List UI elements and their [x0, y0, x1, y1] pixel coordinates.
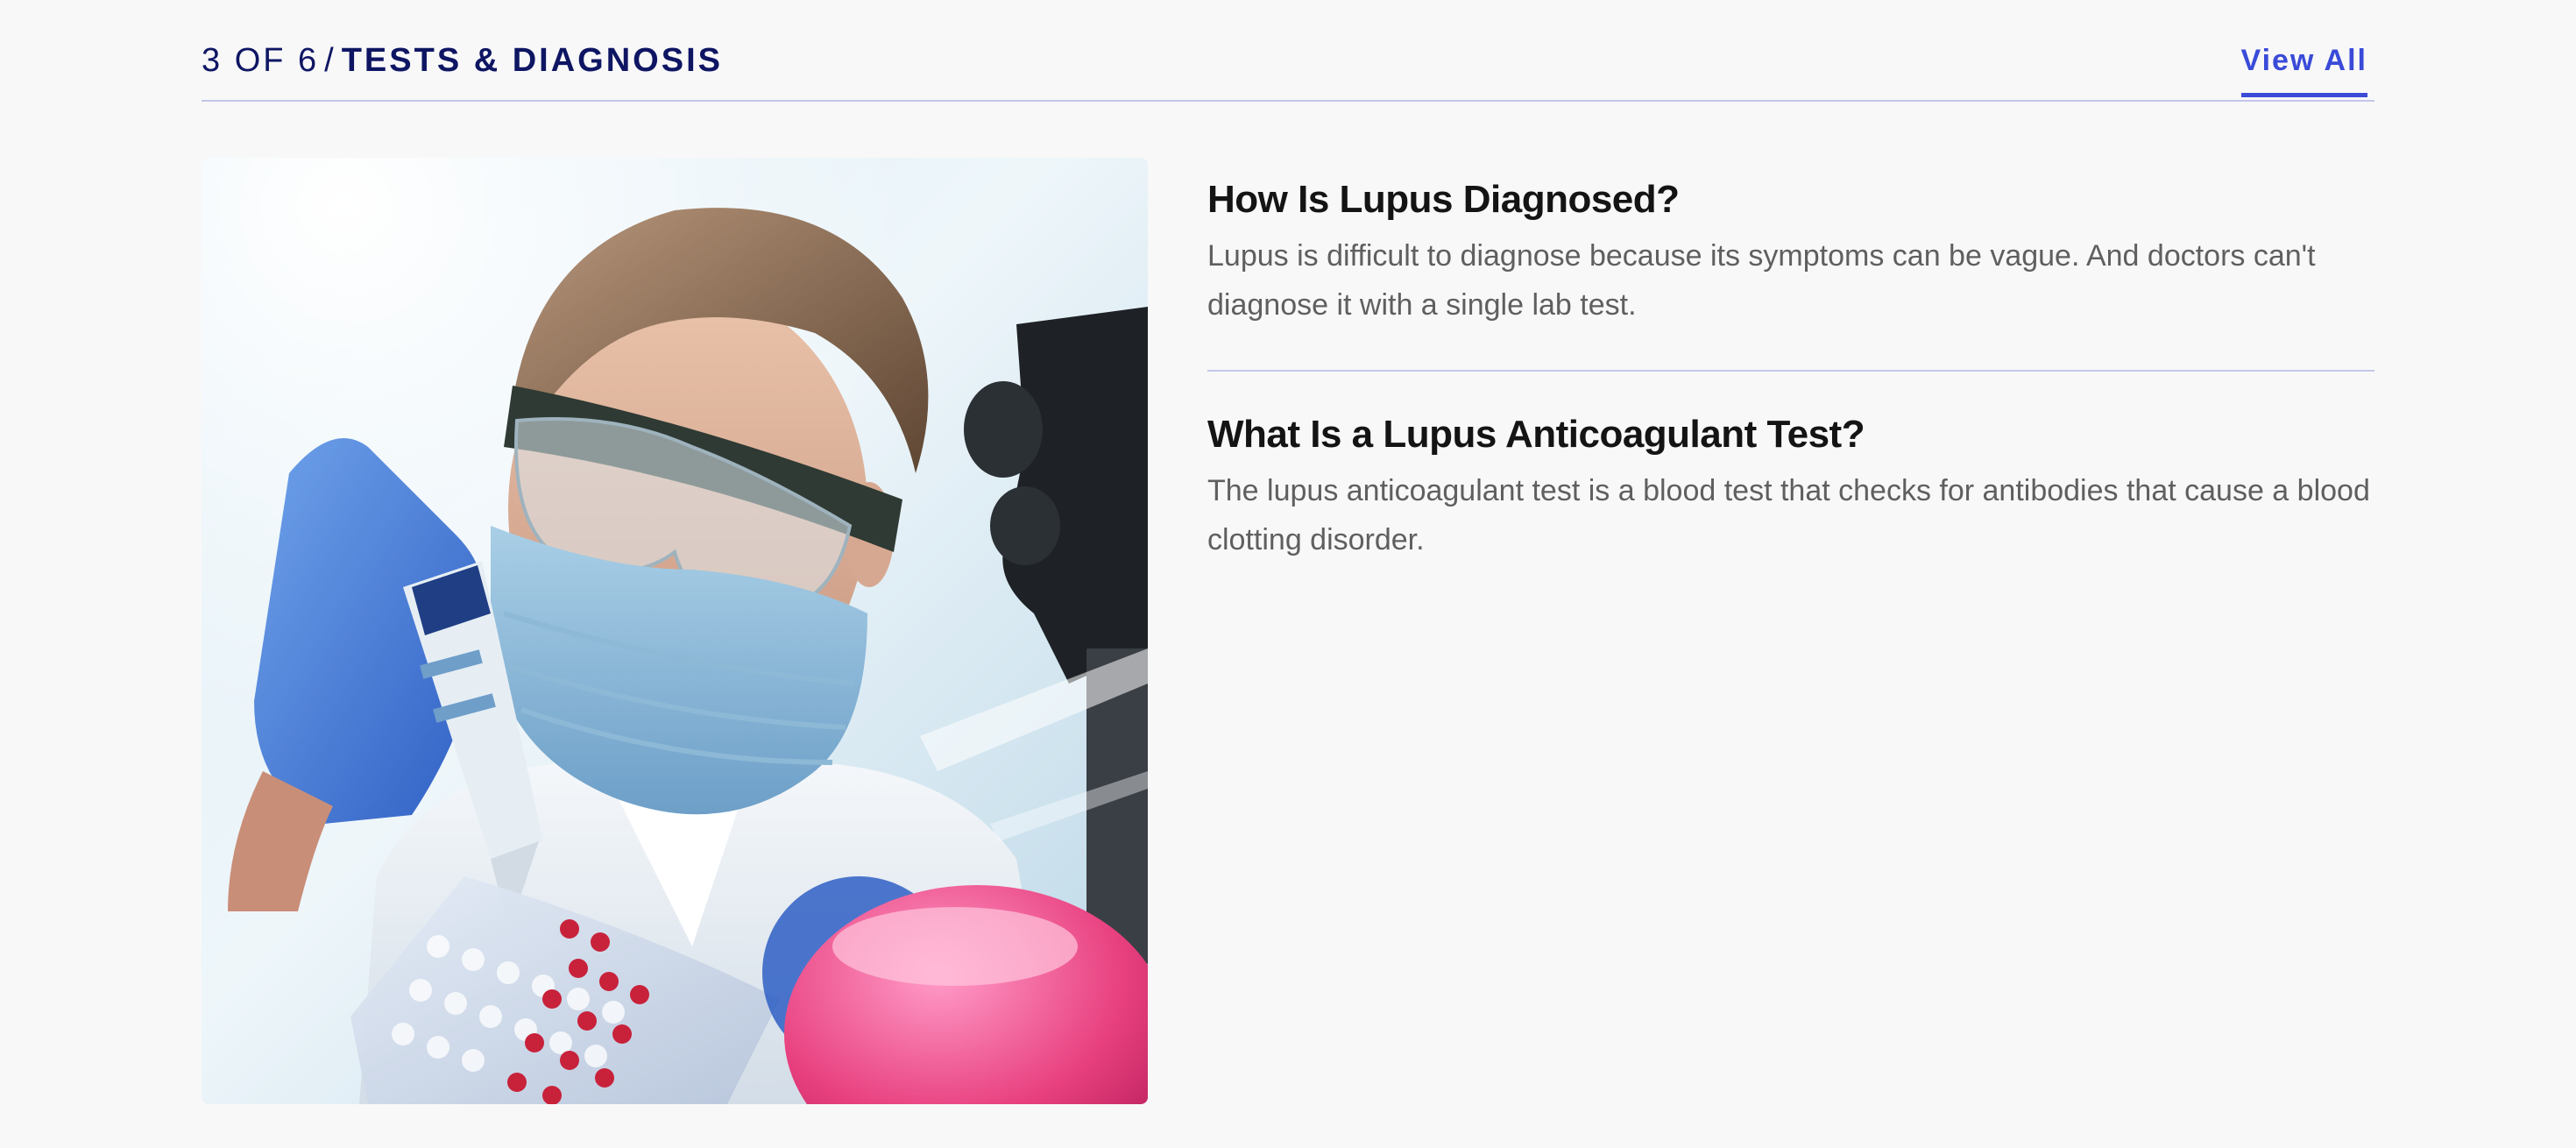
slide-counter: 3 OF 6 — [202, 42, 320, 79]
section-topic: Tests & Diagnosis — [341, 42, 723, 79]
article-list: How Is Lupus Diagnosed? Lupus is difficu… — [1207, 175, 2374, 605]
article-item[interactable]: How Is Lupus Diagnosed? Lupus is difficu… — [1207, 175, 2374, 370]
section-header: 3 OF 6/Tests & Diagnosis View All — [202, 0, 2374, 102]
lab-photo-illustration — [202, 158, 1148, 1104]
section-title: 3 OF 6/Tests & Diagnosis — [202, 39, 723, 82]
article-description: The lupus anticoagulant test is a blood … — [1207, 474, 2370, 556]
article-title[interactable]: How Is Lupus Diagnosed? — [1207, 175, 2374, 224]
article-title[interactable]: What Is a Lupus Anticoagulant Test? — [1207, 410, 2374, 459]
view-all-link[interactable]: View All — [2240, 39, 2367, 97]
article-item[interactable]: What Is a Lupus Anticoagulant Test? The … — [1207, 370, 2374, 605]
title-separator: / — [324, 42, 336, 79]
hero-image[interactable] — [202, 158, 1148, 1104]
article-description: Lupus is difficult to diagnose because i… — [1207, 239, 2316, 322]
